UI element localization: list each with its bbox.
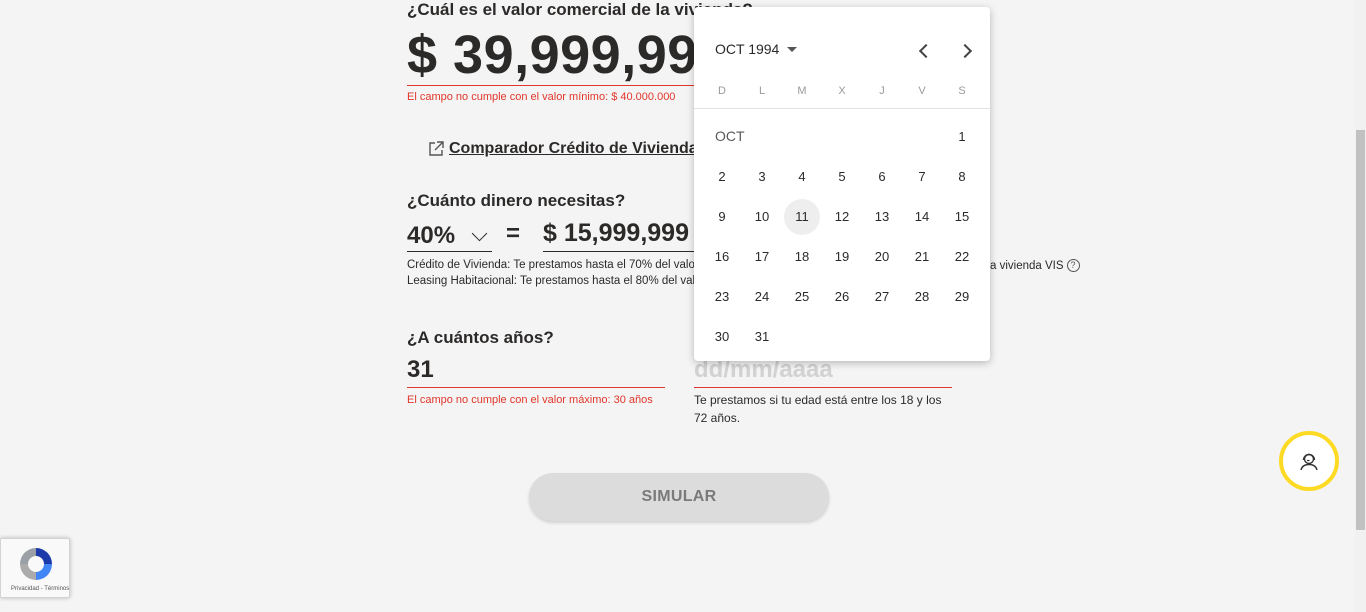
loan-amount-value: $ 15,999,999	[543, 219, 689, 247]
calendar-week-row: 1	[702, 117, 982, 157]
calendar-day[interactable]: 26	[824, 279, 860, 315]
calendar-day[interactable]: 9	[704, 199, 740, 235]
term-value: 31	[407, 356, 434, 383]
loan-amount-field[interactable]: $ 15,999,999	[543, 216, 695, 252]
chevron-down-icon	[471, 225, 488, 242]
month-year-label: OCT 1994	[715, 41, 780, 57]
calendar-day[interactable]: 17	[744, 239, 780, 275]
help-vis-text: a vivienda VIS	[990, 259, 1064, 272]
help-leasing-habitacional: Leasing Habitacional: Te prestamos hasta…	[407, 275, 695, 287]
calendar-day[interactable]: 15	[944, 199, 980, 235]
calendar-day[interactable]: 16	[704, 239, 740, 275]
percentage-select[interactable]: 40%	[407, 220, 492, 252]
calendar-day[interactable]: 29	[944, 279, 980, 315]
external-link-icon	[427, 140, 445, 158]
month-year-dropdown[interactable]: OCT 1994	[715, 41, 798, 57]
weekday-label: M	[797, 85, 807, 97]
calendar-day[interactable]: 5	[824, 159, 860, 195]
term-input[interactable]: 31	[407, 353, 665, 388]
calendar-day[interactable]: 31	[744, 319, 780, 355]
help-vis-tail: a vivienda VIS ?	[990, 259, 1080, 272]
weekday-label: V	[918, 85, 926, 97]
percentage-value: 40%	[407, 222, 456, 249]
chevron-left-icon	[918, 43, 934, 59]
calendar-grid: 1 2 3 4 5 6 7 8 9 10 11 12 13 14 15 16 17 18 19 20 21 22 23 24 2…	[702, 117, 982, 357]
weekday-label: X	[838, 85, 846, 97]
calendar-day[interactable]: 1	[944, 119, 980, 155]
comparator-link[interactable]: Comparador Crédito de Vivienda y Leasing…	[427, 140, 695, 158]
loan-amount-question: ¿Cuánto dinero necesitas?	[407, 191, 626, 210]
calendar-week-row: 16 17 18 19 20 21 22	[702, 237, 982, 277]
calendar-day[interactable]: 7	[904, 159, 940, 195]
property-value-error: El campo no cumple con el valor mínimo: …	[407, 91, 676, 103]
calendar-day[interactable]: 13	[864, 199, 900, 235]
calendar-week-row: 23 24 25 26 27 28 29	[702, 277, 982, 317]
equals-sign: =	[506, 220, 521, 247]
calendar-day[interactable]: 3	[744, 159, 780, 195]
calendar-prev-button[interactable]	[916, 41, 936, 61]
caret-down-icon	[787, 46, 798, 52]
calendar-week-row: 2345678	[702, 157, 982, 197]
calendar-day[interactable]: 23	[704, 279, 740, 315]
calendar-day[interactable]: 22	[944, 239, 980, 275]
calendar-day[interactable]: 11	[784, 199, 820, 235]
calendar-week-row: 9 10 11 12 13 14 15	[702, 197, 982, 237]
weekday-header: DLMXJVS	[702, 85, 982, 97]
help-circle-icon[interactable]: ?	[1066, 259, 1080, 272]
calendar-day[interactable]: 25	[784, 279, 820, 315]
calendar-day[interactable]: 10	[744, 199, 780, 235]
recaptcha-badge[interactable]: Privacidad - Términos	[0, 538, 70, 598]
calendar-day[interactable]: 6	[864, 159, 900, 195]
calendar-day[interactable]: 14	[904, 199, 940, 235]
calendar-day[interactable]: 8	[944, 159, 980, 195]
weekday-label: D	[718, 85, 726, 97]
birthdate-help: Te prestamos si tu edad está entre los 1…	[694, 393, 942, 425]
date-picker-popup: OCT 1994 DLMXJVS OCT 1 2 3 4 5 6 7 8 9 10 11 12 13 14…	[694, 7, 990, 361]
term-error: El campo no cumple con el valor máximo: …	[407, 394, 653, 406]
property-value-input[interactable]: $ 39,999,999	[407, 22, 707, 86]
calendar-next-button[interactable]	[955, 41, 975, 61]
scrollbar-thumb[interactable]	[1356, 130, 1365, 530]
calendar-day[interactable]: 28	[904, 279, 940, 315]
calendar-week-row: 30 31	[702, 317, 982, 357]
calendar-day[interactable]: 21	[904, 239, 940, 275]
calendar-divider	[694, 108, 990, 109]
support-chat-button[interactable]	[1279, 431, 1339, 491]
calendar-day[interactable]: 27	[864, 279, 900, 315]
support-agent-icon	[1298, 450, 1320, 472]
calendar-day[interactable]: 2	[704, 159, 740, 195]
weekday-label: S	[958, 85, 966, 97]
recaptcha-logo-icon	[17, 545, 55, 583]
chevron-right-icon	[957, 43, 973, 59]
recaptcha-terms[interactable]: Privacidad - Términos	[11, 586, 69, 592]
calendar-day[interactable]: 4	[784, 159, 820, 195]
calendar-day[interactable]: 30	[704, 319, 740, 355]
help-credito-vivienda: Crédito de Vivienda: Te prestamos hasta …	[407, 259, 695, 271]
comparator-link-label: Comparador Crédito de Vivienda y Leasing…	[449, 140, 695, 157]
calendar-day[interactable]: 19	[824, 239, 860, 275]
calendar-day[interactable]: 24	[744, 279, 780, 315]
property-value-amount: $ 39,999,999	[407, 25, 707, 85]
term-question: ¿A cuántos años?	[407, 328, 554, 347]
page-scrollbar[interactable]	[1355, 0, 1366, 612]
weekday-label: J	[879, 85, 885, 97]
simulate-button[interactable]: SIMULAR	[529, 473, 829, 521]
calendar-day[interactable]: 12	[824, 199, 860, 235]
weekday-label: L	[758, 85, 766, 97]
calendar-day[interactable]: 20	[864, 239, 900, 275]
calendar-day[interactable]: 18	[784, 239, 820, 275]
